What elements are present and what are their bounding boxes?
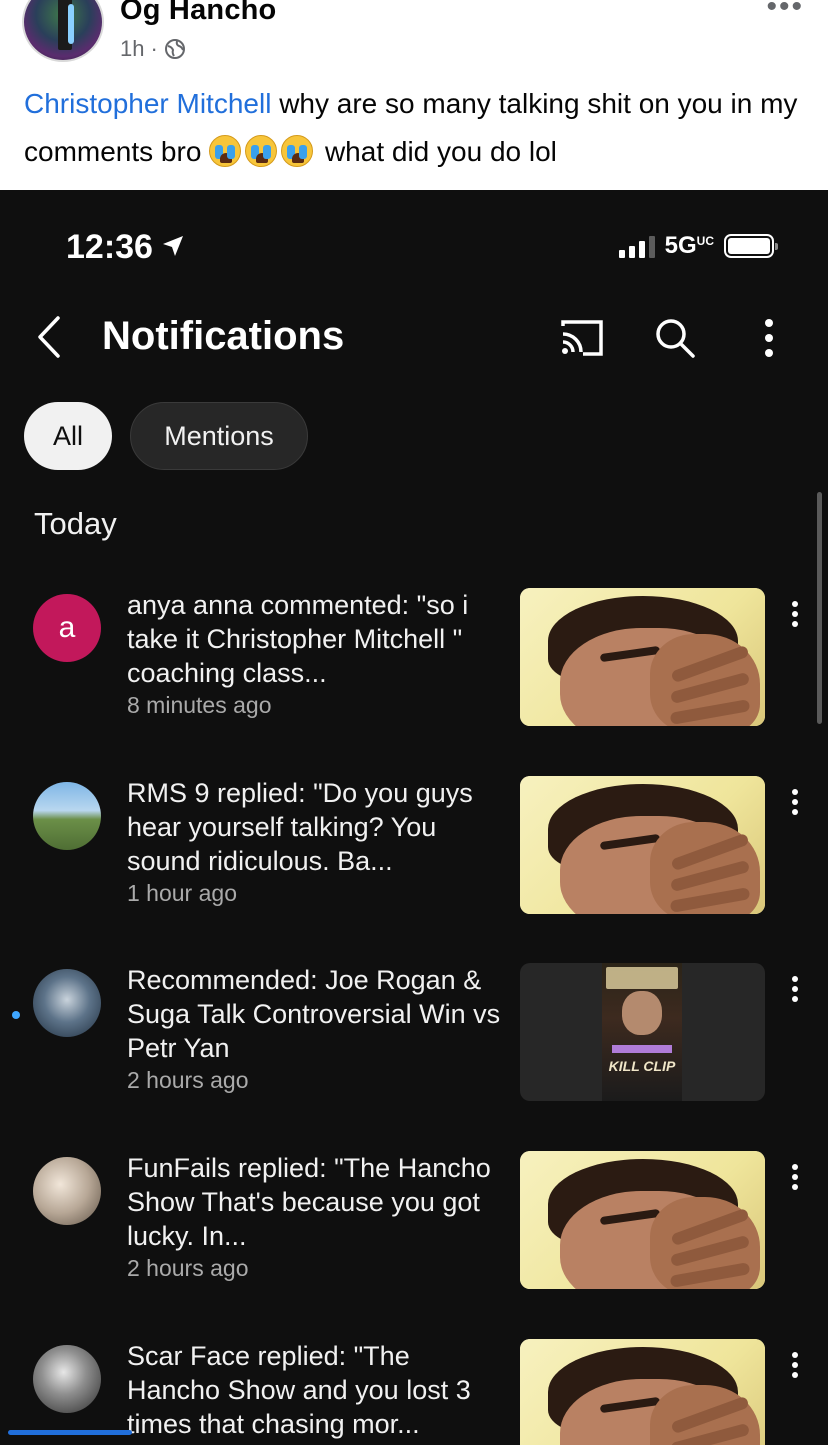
status-bar: 12:36 5GUC [0,190,828,300]
status-indicators: 5GUC [618,232,778,260]
notification-body: anya anna commented: "so i take it Chris… [127,588,505,719]
status-time: 12:36 [66,228,185,267]
notification-time: 2 hours ago [127,1255,249,1281]
search-icon [656,319,695,358]
location-arrow-icon [161,228,185,267]
post-options-button[interactable]: ••• [766,0,804,24]
avatar[interactable] [33,969,101,1037]
avatar[interactable] [33,782,101,850]
progress-indicator [8,1430,132,1435]
thumbnail-label: KILL CLIP [608,1058,676,1074]
notification-item[interactable]: Recommended: Joe Rogan & Suga Talk Contr… [0,963,828,1123]
post-text-part2: what did you do lol [317,136,557,167]
signal-strength-icon [618,234,655,258]
notification-message: FunFails replied: "The Hancho Show That'… [127,1153,491,1251]
app-bar: Notifications [0,300,828,380]
author-name[interactable]: Og Hancho [120,0,276,27]
video-thumbnail[interactable] [520,1339,765,1445]
notification-more-button[interactable] [780,1345,810,1385]
chip-all[interactable]: All [24,402,112,470]
page-title: Notifications [102,314,345,358]
back-button[interactable] [30,312,70,362]
notification-message: anya anna commented: "so i take it Chris… [127,590,469,688]
video-thumbnail[interactable] [520,776,765,914]
network-type: 5GUC [664,232,714,259]
more-vert-icon [765,319,773,357]
notification-item[interactable]: a anya anna commented: "so i take it Chr… [0,588,828,748]
notification-message: RMS 9 replied: "Do you guys hear yoursel… [127,778,473,876]
notification-more-button[interactable] [780,782,810,822]
filter-chips: All Mentions [24,402,308,470]
notification-more-button[interactable] [780,594,810,634]
status-time-text: 12:36 [66,228,153,266]
notification-message: Scar Face replied: "The Hancho Show and … [127,1341,471,1439]
crying-face-emoji-icon [245,135,278,167]
video-thumbnail[interactable] [520,588,765,726]
video-thumbnail[interactable] [520,1151,765,1289]
chip-mentions[interactable]: Mentions [130,402,308,470]
notification-body: FunFails replied: "The Hancho Show That'… [127,1151,505,1282]
avatar[interactable] [33,1157,101,1225]
crying-face-emoji-icon [281,135,314,167]
more-options-button[interactable] [742,312,796,364]
notification-time: 2 hours ago [127,1067,249,1093]
video-thumbnail[interactable]: KILL CLIP [520,963,765,1101]
chevron-left-icon [38,316,60,358]
globe-icon [164,38,186,60]
notification-time: 8 minutes ago [127,692,272,718]
notification-body: RMS 9 replied: "Do you guys hear yoursel… [127,776,505,907]
notification-body: Scar Face replied: "The Hancho Show and … [127,1339,505,1441]
more-vert-icon [792,1164,798,1190]
notification-message: Recommended: Joe Rogan & Suga Talk Contr… [127,965,501,1063]
more-vert-icon [792,1352,798,1378]
author-avatar[interactable] [22,0,104,62]
search-button[interactable] [648,312,702,364]
more-vert-icon [792,789,798,815]
notification-body: Recommended: Joe Rogan & Suga Talk Contr… [127,963,505,1094]
cast-button[interactable] [554,312,608,364]
notification-more-button[interactable] [780,969,810,1009]
meta-separator: · [150,36,158,61]
unread-indicator [12,1011,20,1019]
more-vert-icon [792,976,798,1002]
mention-link[interactable]: Christopher Mitchell [24,88,271,119]
cast-icon [561,320,603,356]
more-vert-icon [792,601,798,627]
post-meta: 1h · [120,36,186,62]
post-time[interactable]: 1h [120,36,144,62]
battery-icon [724,234,778,258]
post-text: Christopher Mitchell why are so many tal… [24,80,814,176]
notifications-screenshot: 12:36 5GUC Notifications All Mentions To… [0,190,828,1445]
section-title-today: Today [34,506,117,541]
facebook-post-header: Og Hancho 1h · ••• Christopher Mitchell … [0,0,828,190]
notification-item[interactable]: RMS 9 replied: "Do you guys hear yoursel… [0,776,828,936]
notification-time: 1 hour ago [127,880,237,906]
notification-item[interactable]: FunFails replied: "The Hancho Show That'… [0,1151,828,1311]
crying-face-emoji-icon [209,135,242,167]
avatar[interactable] [33,1345,101,1413]
notification-more-button[interactable] [780,1157,810,1197]
avatar[interactable]: a [33,594,101,662]
